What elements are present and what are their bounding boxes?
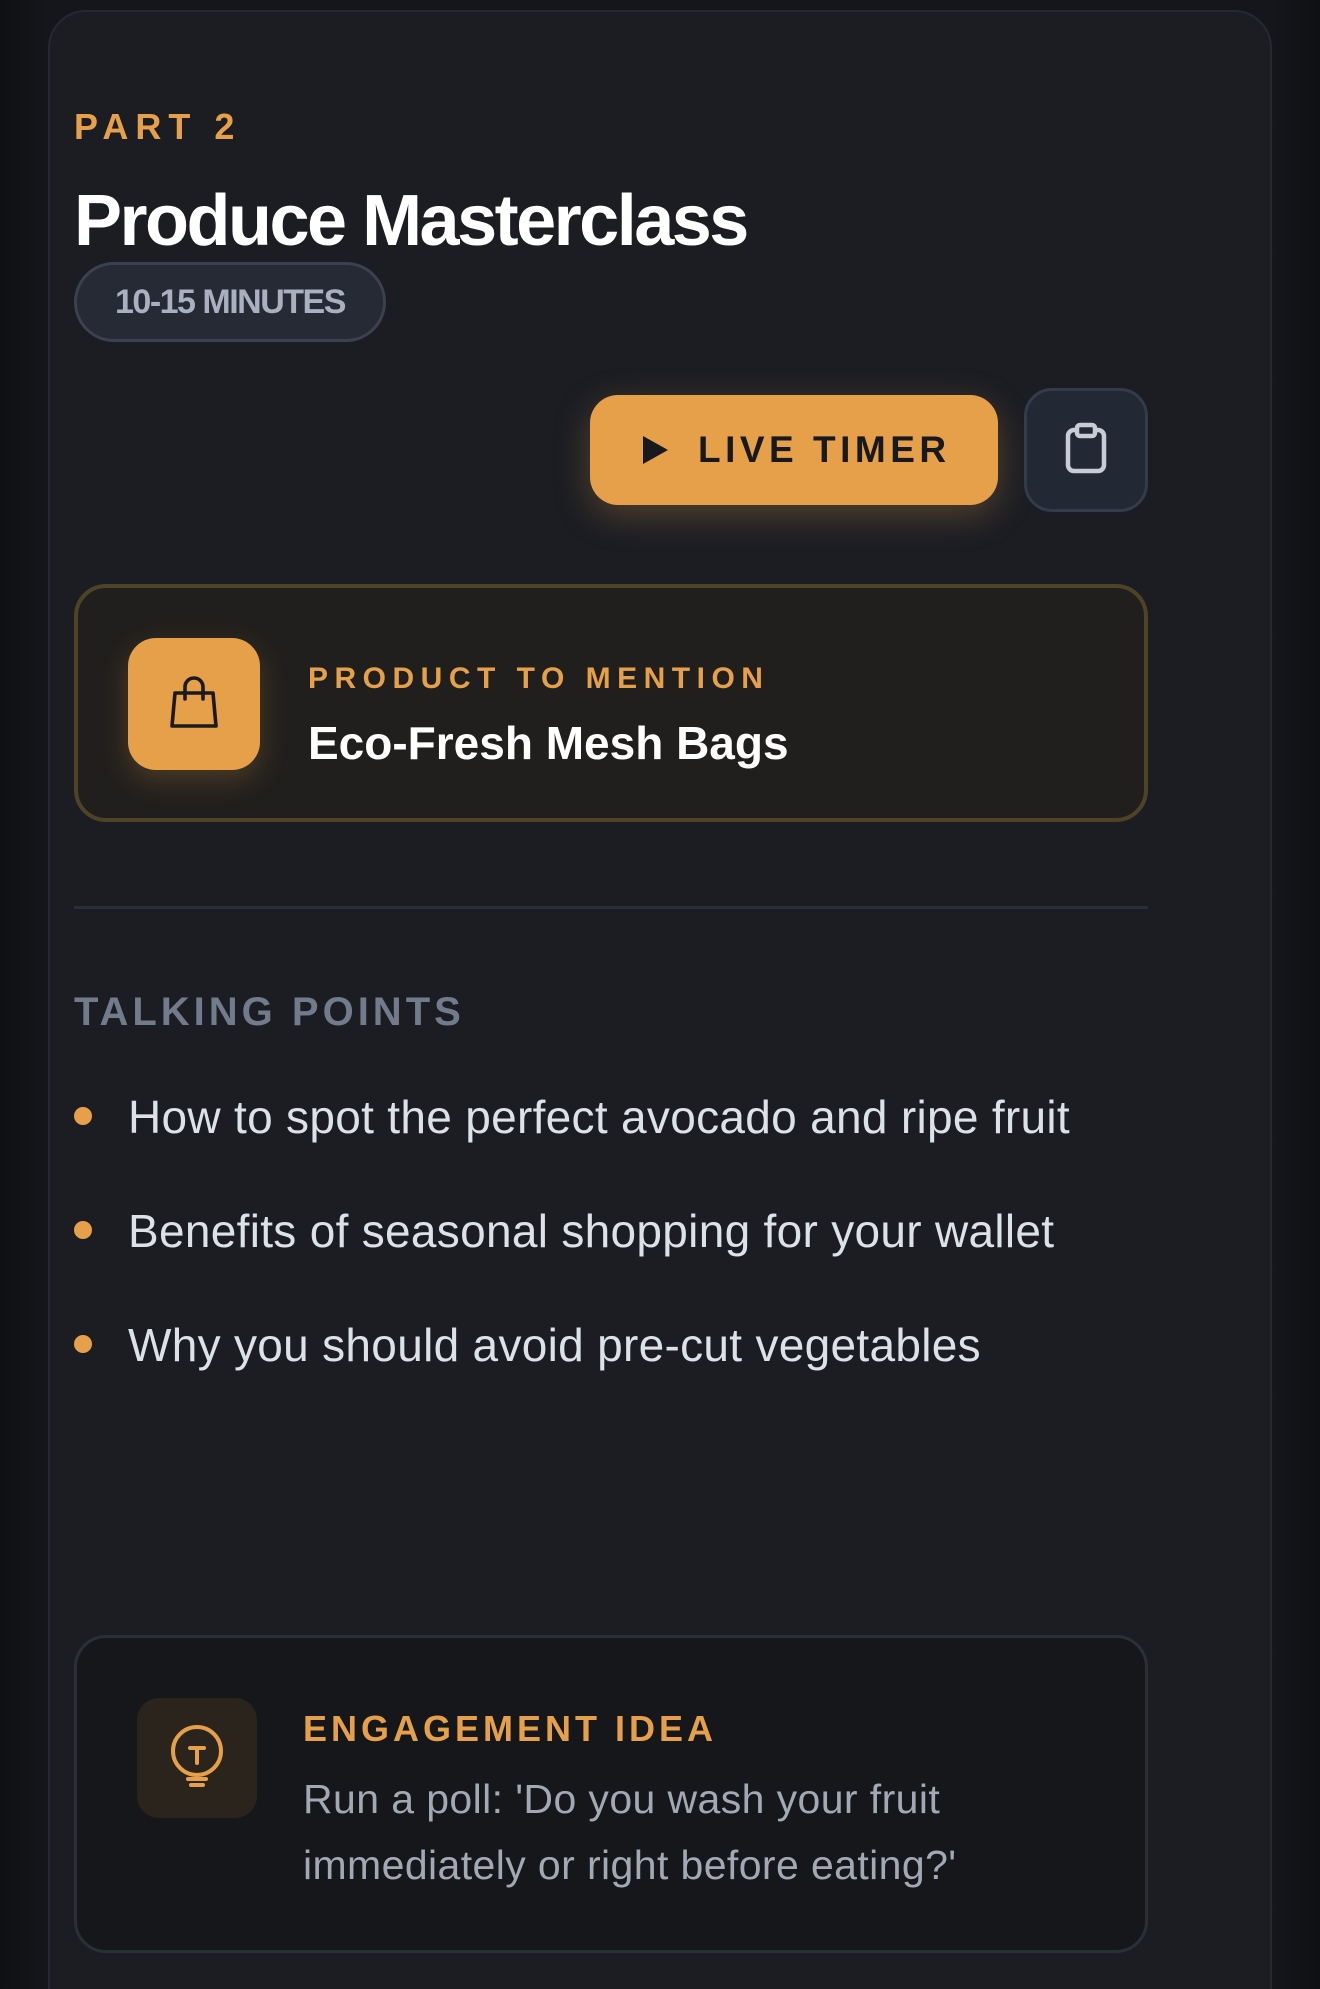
list-item: How to spot the perfect avocado and ripe… [74, 1078, 1148, 1156]
bullet-dot [74, 1107, 92, 1125]
page: PART 2 Produce Masterclass 10-15 MINUTES… [0, 0, 1320, 1989]
talking-points-list: How to spot the perfect avocado and ripe… [74, 1078, 1148, 1420]
clipboard-button[interactable] [1024, 388, 1148, 512]
clipboard-icon [1063, 422, 1109, 479]
engagement-text: Run a poll: 'Do you wash your fruit imme… [303, 1776, 957, 1888]
part-label: PART 2 [74, 106, 242, 147]
list-item: Why you should avoid pre-cut vegetables [74, 1306, 1148, 1384]
segment-title: Produce Masterclass [74, 181, 749, 261]
play-icon [640, 434, 670, 466]
product-eyebrow: PRODUCT TO MENTION [308, 662, 770, 695]
duration-badge: 10-15 MINUTES [74, 262, 386, 342]
engagement-callout: ENGAGEMENT IDEA Run a poll: 'Do you wash… [74, 1635, 1148, 1953]
product-callout: PRODUCT TO MENTION Eco-Fresh Mesh Bags [74, 584, 1148, 822]
live-timer-label: LIVE TIMER [698, 429, 951, 470]
shopping-bag-icon [168, 674, 220, 735]
lightbulb-icon [166, 1723, 228, 1794]
engagement-title: ENGAGEMENT IDEA [303, 1708, 718, 1749]
talking-point-text: Benefits of seasonal shopping for your w… [128, 1205, 1055, 1257]
talking-points-title: TALKING POINTS [74, 990, 465, 1034]
product-icon-tile [128, 638, 260, 770]
engagement-icon-tile [137, 1698, 257, 1818]
divider [74, 906, 1148, 909]
bullet-dot [74, 1221, 92, 1239]
list-item: Benefits of seasonal shopping for your w… [74, 1192, 1148, 1270]
talking-point-text: How to spot the perfect avocado and ripe… [128, 1091, 1070, 1143]
talking-point-text: Why you should avoid pre-cut vegetables [128, 1319, 981, 1371]
product-name: Eco-Fresh Mesh Bags [308, 717, 789, 769]
live-timer-button[interactable]: LIVE TIMER [590, 395, 998, 505]
bullet-dot [74, 1335, 92, 1353]
